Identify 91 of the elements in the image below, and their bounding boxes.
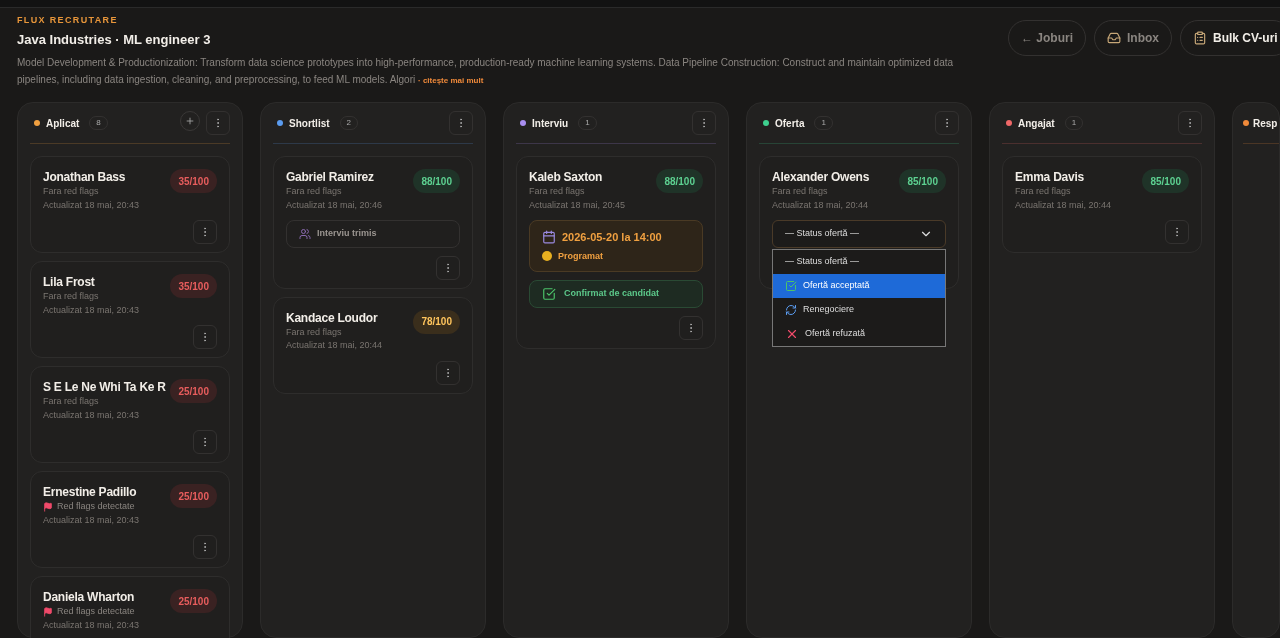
score-badge: 25/100 bbox=[170, 379, 217, 403]
score-badge: 88/100 bbox=[656, 169, 703, 193]
more-button[interactable] bbox=[193, 325, 217, 349]
read-more-link[interactable]: · citește mai mult bbox=[418, 76, 484, 85]
checkbox-icon bbox=[785, 280, 797, 292]
more-button[interactable] bbox=[436, 255, 460, 280]
flags-text: Fara red flags bbox=[529, 185, 585, 198]
more-button[interactable] bbox=[193, 220, 217, 244]
flags-text: Fara red flags bbox=[43, 185, 99, 198]
candidate-card[interactable]: Jonathan Bass Fara red flags Actualizat 18 mai, 20:43 35/100 bbox=[30, 156, 230, 253]
score-badge: 35/100 bbox=[170, 274, 217, 298]
page-title: Java Industries · ML engineer 3 bbox=[17, 32, 212, 48]
updated-text: Actualizat 18 mai, 20:44 bbox=[286, 339, 383, 352]
flags-text: Red flags detectate bbox=[57, 500, 135, 513]
cross-icon bbox=[785, 327, 799, 341]
candidate-name: Ernestine Padillo bbox=[43, 484, 138, 500]
flag-icon bbox=[43, 501, 53, 512]
schedule-status: Programat bbox=[558, 249, 603, 263]
status-select[interactable]: — Status ofertă — bbox=[772, 220, 946, 248]
updated-text: Actualizat 18 mai, 20:43 bbox=[43, 618, 140, 632]
score-badge: 35/100 bbox=[170, 169, 217, 193]
candidate-name: Alexander Owens bbox=[772, 169, 870, 185]
dropdown-option[interactable]: Renegociere bbox=[773, 298, 945, 322]
more-button[interactable] bbox=[692, 111, 716, 135]
flags-text: Fara red flags bbox=[43, 395, 99, 408]
score-badge: 78/100 bbox=[413, 309, 460, 334]
candidate-card[interactable]: Lila Frost Fara red flags Actualizat 18 mai, 20:43 35/100 bbox=[30, 261, 230, 358]
candidate-card[interactable]: Daniela Wharton Red flags detectate Actualizat 18 mai, 20:43 25/100 bbox=[30, 576, 230, 638]
more-button[interactable] bbox=[449, 111, 473, 135]
refresh-icon bbox=[785, 304, 797, 316]
column-title: Interviu bbox=[532, 116, 569, 131]
score-badge: 85/100 bbox=[1142, 169, 1189, 193]
column-title: Aplicat bbox=[46, 116, 80, 131]
candidate-name: Jonathan Bass bbox=[43, 169, 127, 185]
kicker-label: FLUX RECRUTARE bbox=[17, 14, 119, 26]
more-button[interactable] bbox=[206, 111, 230, 135]
more-button[interactable] bbox=[1178, 111, 1202, 135]
dropdown-option[interactable]: Ofertă refuzată bbox=[773, 322, 945, 346]
more-button[interactable] bbox=[1165, 220, 1189, 244]
score-badge: 25/100 bbox=[170, 484, 217, 508]
candidate-name: Emma Davis bbox=[1015, 169, 1085, 185]
candidate-name: Daniela Wharton bbox=[43, 589, 136, 605]
score-badge: 25/100 bbox=[170, 589, 217, 613]
candidate-card[interactable]: Ernestine Padillo Red flags detectate Actualizat 18 mai, 20:43 25/100 bbox=[30, 471, 230, 568]
score-badge: 85/100 bbox=[899, 169, 946, 193]
flag-icon bbox=[43, 606, 53, 617]
candidate-card[interactable]: S E Le Ne Whi Ta Ke R Fara red flags Actualizat 18 mai, 20:43 25/100 bbox=[30, 366, 230, 463]
updated-text: Actualizat 18 mai, 20:46 bbox=[286, 198, 383, 212]
candidate-name: Kandace Loudor bbox=[286, 309, 379, 326]
dropdown-option[interactable]: Ofertă acceptată bbox=[773, 274, 945, 298]
candidate-card[interactable]: Kandace Loudor Fara red flags Actualizat 18 mai, 20:44 78/100 bbox=[273, 296, 473, 394]
column-title: Shortlist bbox=[289, 116, 330, 131]
updated-text: Actualizat 18 mai, 20:43 bbox=[43, 198, 140, 212]
candidate-name: Gabriel Ramirez bbox=[286, 169, 375, 185]
calendar-icon bbox=[542, 230, 556, 245]
flags-text: Fara red flags bbox=[772, 185, 828, 198]
clipboard-icon bbox=[1193, 31, 1207, 45]
schedule-date: 2026-05-20 la 14:00 bbox=[562, 230, 662, 245]
more-button[interactable] bbox=[193, 430, 217, 454]
score-badge: 88/100 bbox=[413, 169, 460, 193]
more-button[interactable] bbox=[436, 360, 460, 385]
inbox-icon bbox=[1107, 31, 1121, 45]
candidate-card[interactable]: Gabriel Ramirez Fara red flags Actualizat 18 mai, 20:46 88/100 Interviu trimis bbox=[273, 156, 473, 289]
more-button[interactable] bbox=[935, 111, 959, 135]
updated-text: Actualizat 18 mai, 20:43 bbox=[43, 408, 141, 422]
confirmed-text: Confirmat de candidat bbox=[564, 287, 659, 301]
updated-text: Actualizat 18 mai, 20:44 bbox=[772, 198, 870, 212]
more-button[interactable] bbox=[193, 535, 217, 559]
more-button[interactable] bbox=[679, 316, 703, 340]
job-description: Model Development & Productionization: Transform data science prototypes into high-performance, production-ready machine learning systems. Data Pipeline Construction: Construct and maintain optimized data pipelines, including data ingestion, cleaning, and preprocessing, to feed ML models. Algori · citește mai mult bbox=[17, 56, 955, 87]
candidate-name: Kaleb Saxton bbox=[529, 169, 604, 185]
candidate-name: Lila Frost bbox=[43, 274, 96, 290]
column-title: Angajat bbox=[1018, 116, 1055, 131]
flags-text: Fara red flags bbox=[286, 325, 342, 339]
dropdown-option[interactable]: — Status ofertă — bbox=[773, 250, 945, 274]
flags-text: Fara red flags bbox=[43, 290, 99, 303]
flags-text: Fara red flags bbox=[286, 185, 342, 198]
candidate-card[interactable]: Kaleb Saxton Fara red flags Actualizat 18 mai, 20:45 88/100 2026-05-20 la 14:00 Programat Confirmat de candidat bbox=[516, 156, 716, 349]
plus-icon bbox=[185, 116, 195, 126]
column-title: Oferta bbox=[775, 116, 805, 131]
tag-text: Interviu trimis bbox=[317, 227, 377, 240]
flags-text: Fara red flags bbox=[1015, 185, 1071, 198]
people-icon bbox=[299, 227, 311, 240]
checkbox-icon bbox=[542, 287, 556, 301]
updated-text: Actualizat 18 mai, 20:44 bbox=[1015, 198, 1112, 212]
candidate-card[interactable]: Emma Davis Fara red flags Actualizat 18 mai, 20:44 85/100 bbox=[1002, 156, 1202, 253]
updated-text: Actualizat 18 mai, 20:43 bbox=[43, 303, 140, 317]
updated-text: Actualizat 18 mai, 20:45 bbox=[529, 198, 626, 212]
flags-text: Red flags detectate bbox=[57, 605, 135, 618]
updated-text: Actualizat 18 mai, 20:43 bbox=[43, 513, 140, 527]
column-title: Resp bbox=[1253, 116, 1278, 131]
